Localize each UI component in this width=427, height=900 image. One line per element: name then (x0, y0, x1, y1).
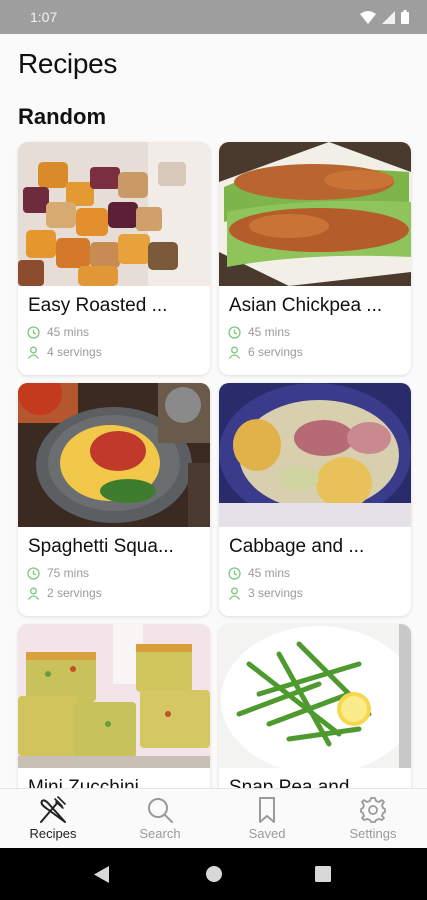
person-icon (27, 346, 40, 359)
recipe-time: 75 mins (27, 566, 89, 580)
tab-saved[interactable]: Saved (214, 789, 320, 849)
recipe-title: Spaghetti Squa... (28, 536, 174, 557)
tab-label: Saved (248, 826, 286, 841)
recipe-time: 45 mins (228, 325, 290, 339)
recipe-servings-label: 4 servings (47, 345, 102, 359)
recipe-card[interactable]: Asian Chickpea ... 45 mins 6 servings (219, 142, 411, 375)
person-icon (27, 587, 40, 600)
recipe-image (219, 142, 411, 286)
section-title: Random (18, 104, 106, 129)
recipe-title: Asian Chickpea ... (229, 295, 383, 316)
recipe-card[interactable]: Spaghetti Squa... 75 mins 2 servings (18, 383, 210, 616)
tab-search[interactable]: Search (107, 789, 213, 849)
recipe-title: Mini Zucchini (28, 777, 139, 788)
recipe-title: Easy Roasted ... (28, 295, 168, 316)
bottom-tab-bar: Recipes Search Saved Settings (0, 788, 427, 848)
recipe-image (219, 383, 411, 527)
recipe-servings: 6 servings (228, 345, 303, 359)
recipe-time-label: 45 mins (47, 325, 90, 339)
recipe-card[interactable]: Mini Zucchini (18, 624, 210, 788)
recipe-image (18, 383, 210, 527)
clock-icon (27, 325, 40, 339)
recipe-title: Snap Pea and (229, 777, 350, 788)
recipe-time: 45 mins (228, 566, 290, 580)
page-title: Recipes (18, 48, 118, 79)
gear-icon (360, 797, 386, 823)
clock-icon (228, 566, 241, 580)
recents-icon[interactable] (315, 866, 331, 882)
recipe-servings: 2 servings (27, 586, 102, 600)
recipe-card[interactable]: Snap Pea and (219, 624, 411, 788)
recipe-card[interactable]: Cabbage and ... 45 mins 3 servings (219, 383, 411, 616)
tab-label: Settings (349, 826, 397, 841)
recipe-servings-label: 2 servings (47, 586, 102, 600)
recipe-servings: 4 servings (27, 345, 102, 359)
recipe-image (219, 624, 411, 768)
recipe-grid: Recipes Random Easy Roasted ... 45 mins … (0, 0, 427, 788)
person-icon (228, 587, 241, 600)
person-icon (228, 346, 241, 359)
home-icon[interactable] (205, 865, 223, 883)
recipe-servings: 3 servings (228, 586, 303, 600)
recipe-card[interactable]: Easy Roasted ... 45 mins 4 servings (18, 142, 210, 375)
fork-knife-icon (40, 796, 66, 823)
clock-icon (27, 566, 40, 580)
recipe-servings-label: 6 servings (248, 345, 303, 359)
system-nav-bar (0, 848, 427, 900)
bookmark-icon (259, 797, 275, 823)
clock-icon (228, 325, 241, 339)
search-icon (148, 798, 173, 823)
recipe-time-label: 75 mins (47, 566, 90, 580)
tab-settings[interactable]: Settings (320, 789, 426, 849)
recipe-image (18, 624, 210, 768)
tab-recipes[interactable]: Recipes (0, 789, 106, 849)
recipe-time: 45 mins (27, 325, 89, 339)
recipe-servings-label: 3 servings (248, 586, 303, 600)
recipe-title: Cabbage and ... (229, 536, 365, 557)
tab-label: Recipes (29, 826, 77, 841)
recipe-time-label: 45 mins (248, 325, 291, 339)
tab-label: Search (139, 826, 181, 841)
recipe-image (18, 142, 210, 286)
back-icon[interactable] (94, 866, 110, 883)
recipe-time-label: 45 mins (248, 566, 291, 580)
